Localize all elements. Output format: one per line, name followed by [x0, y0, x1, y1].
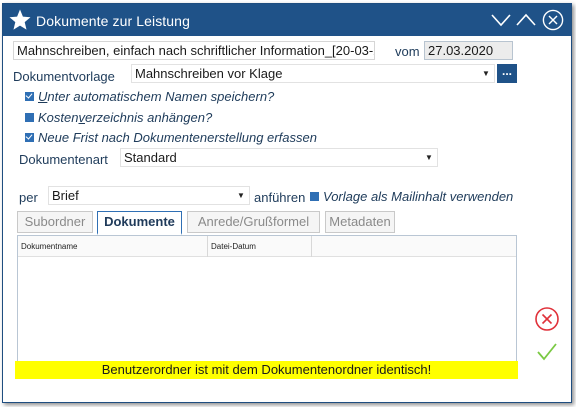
tab-dokumente[interactable]: Dokumente — [97, 211, 182, 235]
checkbox-unchecked-icon[interactable] — [310, 192, 319, 201]
window-title: Dokumente zur Leistung — [36, 13, 190, 29]
column-header-file-date[interactable]: Datei-Datum — [208, 236, 312, 257]
template-value: Mahnschreiben vor Klage — [135, 66, 283, 81]
send-method-select[interactable]: Brief — [48, 186, 250, 205]
tab-metadaten[interactable]: Metadaten — [325, 211, 395, 233]
checkbox-unchecked-icon[interactable] — [25, 113, 34, 122]
cancel-x-icon[interactable] — [534, 306, 560, 332]
document-name-field[interactable]: Mahnschreiben, einfach nach schriftliche… — [13, 41, 375, 60]
template-select[interactable]: Mahnschreiben vor Klage — [131, 64, 495, 83]
close-icon[interactable] — [542, 9, 564, 31]
confirm-check-icon[interactable] — [534, 339, 560, 365]
execute-label: anführen — [254, 190, 306, 205]
doc-type-dropdown-arrow-icon[interactable]: ▼ — [424, 149, 434, 166]
send-method-dropdown-arrow-icon[interactable]: ▼ — [236, 187, 246, 204]
per-label: per — [19, 190, 38, 205]
tab-anrede-grussformel[interactable]: Anrede/Grußformel — [187, 211, 320, 233]
checkbox-checked-icon[interactable] — [25, 133, 34, 142]
chevron-up-icon[interactable] — [515, 9, 537, 31]
doc-type-label: Dokumentenart — [19, 152, 108, 167]
doc-type-value: Standard — [124, 150, 177, 165]
checkbox-checked-icon[interactable] — [25, 92, 34, 101]
template-label: Dokumentvorlage — [13, 69, 115, 84]
chevron-down-icon[interactable] — [490, 9, 512, 31]
template-dropdown-arrow-icon[interactable]: ▼ — [481, 65, 491, 82]
tab-subordner[interactable]: Subordner — [17, 211, 93, 233]
status-message: Benutzerordner ist mit dem Dokumentenord… — [15, 361, 518, 379]
date-field[interactable]: 27.03.2020 — [424, 41, 513, 60]
star-logo-icon — [9, 9, 31, 30]
documents-table[interactable]: Dokumentname Datei-Datum — [17, 235, 517, 362]
doc-type-select[interactable]: Standard — [120, 148, 438, 167]
column-header-document-name[interactable]: Dokumentname — [18, 236, 208, 257]
option-auto-name[interactable]: Unter automatischem Namen speichern? — [25, 89, 274, 104]
title-bar: Dokumente zur Leistung — [3, 4, 571, 36]
template-browse-button[interactable]: ... — [497, 64, 517, 83]
option-attach-costs[interactable]: Kostenverzeichnis anhängen? — [25, 110, 212, 125]
send-method-value: Brief — [52, 188, 79, 203]
column-header-extra[interactable] — [312, 236, 516, 257]
option-mail-template[interactable]: Vorlage als Mailinhalt verwenden — [310, 189, 513, 204]
table-header: Dokumentname Datei-Datum — [18, 236, 516, 257]
option-new-deadline[interactable]: Neue Frist nach Dokumentenerstellung erf… — [25, 130, 317, 145]
dialog-window: Dokumente zur Leistung Mahnschreiben, ei… — [2, 3, 572, 403]
date-label: vom — [395, 44, 420, 59]
